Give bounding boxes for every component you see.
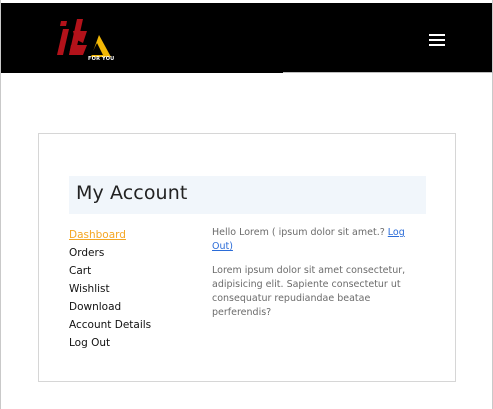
menu-bar [429, 34, 445, 36]
account-title-bar: My Account [69, 176, 426, 214]
page-title: My Account [76, 182, 188, 204]
nav-item-account-details[interactable]: Account Details [69, 318, 189, 336]
greeting-label: Hello Lorem ( ipsum dolor sit amet.? [212, 227, 385, 238]
dashboard-description: Lorem ipsum dolor sit amet consectetur, … [212, 265, 406, 318]
dashboard-content: Hello Lorem ( ipsum dolor sit amet.? Log… [212, 226, 422, 320]
site-logo[interactable]: FOR YOU [53, 15, 115, 67]
menu-bar [429, 44, 445, 46]
nav-item-download[interactable]: Download [69, 300, 189, 318]
nav-item-dashboard[interactable]: Dashboard [69, 228, 189, 246]
nav-item-orders[interactable]: Orders [69, 246, 189, 264]
account-card: My Account Dashboard Orders Cart Wishlis… [38, 133, 456, 382]
nav-item-cart[interactable]: Cart [69, 264, 189, 282]
nav-item-wishlist[interactable]: Wishlist [69, 282, 189, 300]
nav-item-log-out[interactable]: Log Out [69, 336, 189, 354]
logo-subtitle: FOR YOU [88, 56, 115, 62]
greeting-text: Hello Lorem ( ipsum dolor sit amet.? Log… [212, 226, 422, 254]
hamburger-menu-icon[interactable] [429, 34, 445, 47]
site-header: FOR YOU [1, 3, 492, 73]
header-divider [283, 72, 493, 73]
account-nav: Dashboard Orders Cart Wishlist Download … [69, 228, 189, 354]
menu-bar [429, 39, 445, 41]
